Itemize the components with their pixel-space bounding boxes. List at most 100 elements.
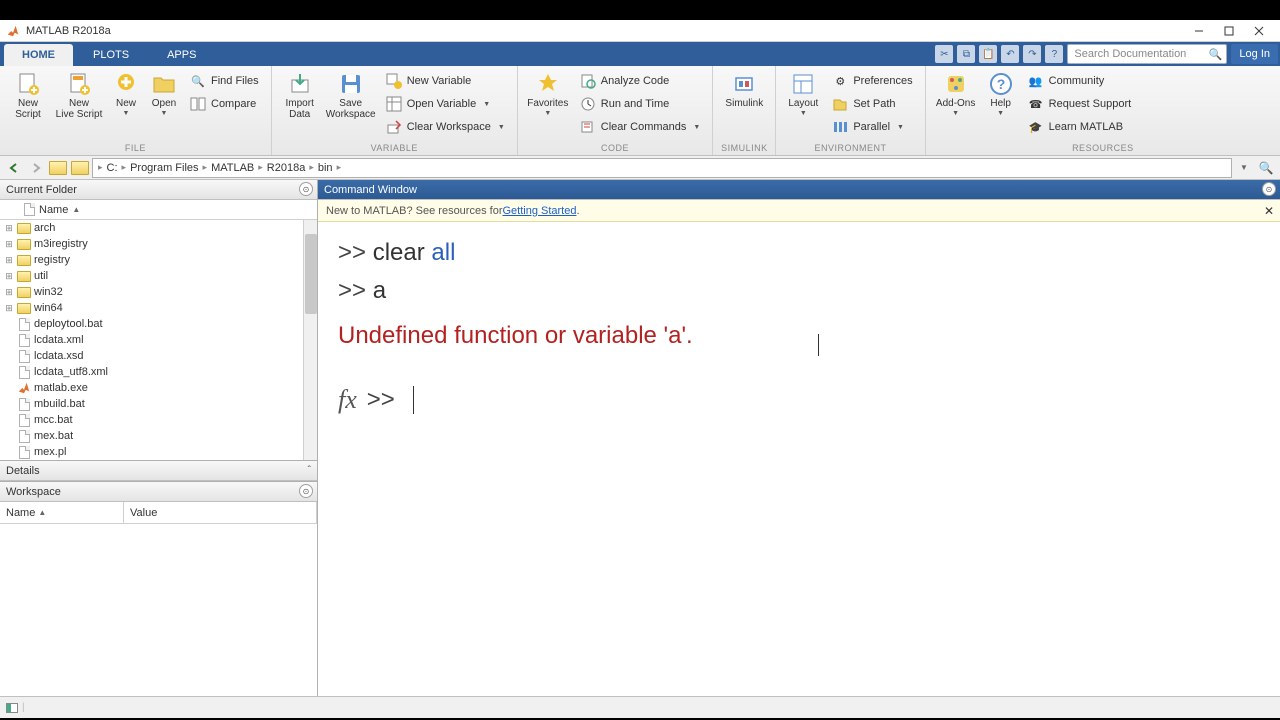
new-variable-button[interactable]: New Variable: [380, 70, 511, 92]
close-button[interactable]: [1244, 21, 1274, 41]
file-item[interactable]: mcc.bat: [0, 412, 317, 428]
file-item[interactable]: mex.bat: [0, 428, 317, 444]
file-item[interactable]: matlab.exe: [0, 380, 317, 396]
ws-name-column[interactable]: Name ▲: [0, 502, 124, 523]
expander-icon[interactable]: ⊞: [4, 303, 14, 314]
expander-icon[interactable]: ⊞: [4, 255, 14, 266]
path-dropdown-button[interactable]: ▼: [1234, 158, 1254, 178]
file-item[interactable]: lcdata.xml: [0, 332, 317, 348]
path-search-icon[interactable]: 🔍: [1256, 158, 1276, 178]
help-quick-icon[interactable]: ?: [1045, 45, 1063, 63]
expander-icon[interactable]: ⊞: [4, 239, 14, 250]
panel-actions-icon[interactable]: ⊙: [299, 182, 313, 196]
file-item[interactable]: ⊞registry: [0, 252, 317, 268]
simulink-button[interactable]: Simulink: [719, 70, 769, 111]
file-icon: [17, 413, 31, 427]
community-button[interactable]: 👥 Community: [1022, 70, 1138, 92]
help-button[interactable]: ? Help ▼: [982, 70, 1020, 119]
file-item[interactable]: ⊞win64: [0, 300, 317, 316]
open-variable-button[interactable]: Open Variable ▼: [380, 93, 511, 115]
current-folder-header[interactable]: Current Folder ⊙: [0, 180, 317, 200]
file-item[interactable]: ⊞m3iregistry: [0, 236, 317, 252]
redo-icon[interactable]: ↷: [1023, 45, 1041, 63]
open-button[interactable]: Open ▼: [146, 70, 182, 119]
getting-started-link[interactable]: Getting Started: [502, 205, 576, 217]
file-item[interactable]: lcdata.xsd: [0, 348, 317, 364]
tab-home[interactable]: HOME: [4, 44, 73, 66]
new-livescript-button[interactable]: New Live Script: [52, 70, 106, 122]
analyze-code-button[interactable]: Analyze Code: [574, 70, 707, 92]
current-folder-list[interactable]: ⊞arch⊞m3iregistry⊞registry⊞util⊞win32⊞wi…: [0, 220, 317, 460]
panel-actions-icon[interactable]: ⊙: [1262, 182, 1276, 196]
chevron-up-icon[interactable]: ˆ: [308, 465, 311, 476]
workspace-header[interactable]: Workspace ⊙: [0, 482, 317, 502]
search-icon[interactable]: 🔍: [1209, 48, 1223, 61]
addons-button[interactable]: Add-Ons ▼: [932, 70, 980, 119]
path-input[interactable]: ▸ C:▸ Program Files▸ MATLAB▸ R2018a▸ bin…: [92, 158, 1232, 178]
file-item[interactable]: deploytool.bat: [0, 316, 317, 332]
save-workspace-button[interactable]: Save Workspace: [324, 70, 378, 122]
path-seg[interactable]: MATLAB: [208, 162, 257, 174]
path-seg[interactable]: R2018a: [264, 162, 309, 174]
scroll-thumb[interactable]: [305, 234, 317, 314]
layout-button[interactable]: Layout ▼: [782, 70, 824, 119]
section-simulink-label: SIMULINK: [719, 141, 769, 155]
import-data-button[interactable]: Import Data: [278, 70, 322, 122]
scrollbar[interactable]: [303, 220, 317, 460]
command-window-body[interactable]: >> clear all >> a Undefined function or …: [318, 222, 1280, 696]
nav-back-button[interactable]: [4, 158, 24, 178]
file-item[interactable]: mbuild.bat: [0, 396, 317, 412]
learn-matlab-button[interactable]: 🎓 Learn MATLAB: [1022, 116, 1138, 138]
paste-icon[interactable]: 📋: [979, 45, 997, 63]
compare-button[interactable]: Compare: [184, 93, 265, 115]
path-seg[interactable]: Program Files: [127, 162, 201, 174]
file-item[interactable]: mex.pl: [0, 444, 317, 460]
command-window-header[interactable]: Command Window ⊙: [318, 180, 1280, 200]
panel-actions-icon[interactable]: ⊙: [299, 484, 313, 498]
file-item[interactable]: lcdata_utf8.xml: [0, 364, 317, 380]
file-item[interactable]: ⊞win32: [0, 284, 317, 300]
details-header[interactable]: Details ˆ: [0, 461, 317, 481]
info-text: New to MATLAB? See resources for: [326, 205, 502, 217]
path-seg[interactable]: bin: [315, 162, 336, 174]
file-name: lcdata_utf8.xml: [34, 366, 108, 378]
nav-forward-button[interactable]: [26, 158, 46, 178]
undo-icon[interactable]: ↶: [1001, 45, 1019, 63]
text-cursor-icon: [818, 334, 819, 356]
tab-apps[interactable]: APPS: [149, 44, 214, 66]
preferences-button[interactable]: ⚙ Preferences: [826, 70, 918, 92]
new-script-button[interactable]: New Script: [6, 70, 50, 122]
fx-icon[interactable]: fx: [338, 379, 357, 421]
ws-value-column[interactable]: Value: [124, 502, 317, 523]
search-doc-input[interactable]: Search Documentation 🔍: [1067, 44, 1227, 64]
current-folder-columns[interactable]: Name ▲: [0, 200, 317, 220]
set-path-button[interactable]: Set Path: [826, 93, 918, 115]
cut-icon[interactable]: ✂: [935, 45, 953, 63]
prompt: >>: [338, 239, 373, 266]
expander-icon[interactable]: ⊞: [4, 287, 14, 298]
copy-icon[interactable]: ⧉: [957, 45, 975, 63]
parallel-button[interactable]: Parallel ▼: [826, 116, 918, 138]
login-button[interactable]: Log In: [1231, 44, 1278, 64]
tab-plots[interactable]: PLOTS: [75, 44, 147, 66]
nav-up-folder-icon[interactable]: [48, 158, 68, 178]
new-button[interactable]: New ▼: [108, 70, 144, 119]
file-item[interactable]: ⊞arch: [0, 220, 317, 236]
favorites-button[interactable]: Favorites ▼: [524, 70, 572, 119]
file-item[interactable]: ⊞util: [0, 268, 317, 284]
maximize-button[interactable]: [1214, 21, 1244, 41]
clear-commands-button[interactable]: Clear Commands ▼: [574, 116, 707, 138]
path-seg[interactable]: C:: [104, 162, 121, 174]
run-and-time-button[interactable]: Run and Time: [574, 93, 707, 115]
nav-browse-folder-icon[interactable]: [70, 158, 90, 178]
close-info-icon[interactable]: ✕: [1264, 204, 1274, 218]
expander-icon[interactable]: ⊞: [4, 223, 14, 234]
workspace-body[interactable]: [0, 524, 317, 696]
name-column-header[interactable]: Name: [39, 204, 68, 216]
clear-workspace-button[interactable]: Clear Workspace ▼: [380, 116, 511, 138]
find-files-button[interactable]: 🔍 Find Files: [184, 70, 265, 92]
expander-icon[interactable]: ⊞: [4, 271, 14, 282]
request-support-button[interactable]: ☎ Request Support: [1022, 93, 1138, 115]
set-path-label: Set Path: [853, 98, 895, 110]
minimize-button[interactable]: [1184, 21, 1214, 41]
